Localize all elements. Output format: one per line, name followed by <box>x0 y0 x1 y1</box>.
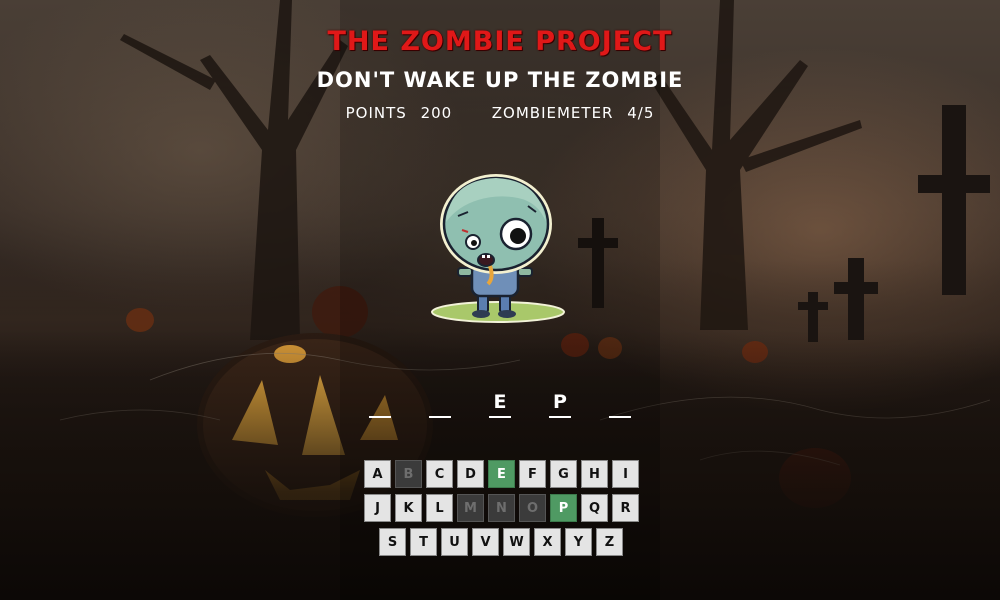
key-u[interactable]: U <box>441 528 468 556</box>
letter-slot <box>369 388 391 418</box>
key-r[interactable]: R <box>612 494 639 522</box>
key-t[interactable]: T <box>410 528 437 556</box>
key-m[interactable]: M <box>457 494 484 522</box>
key-a[interactable]: A <box>364 460 391 488</box>
word-slots: E P <box>0 388 1000 420</box>
key-s[interactable]: S <box>379 528 406 556</box>
key-o[interactable]: O <box>519 494 546 522</box>
key-w[interactable]: W <box>503 528 530 556</box>
key-k[interactable]: K <box>395 494 422 522</box>
key-c[interactable]: C <box>426 460 453 488</box>
key-b[interactable]: B <box>395 460 422 488</box>
letter-slot <box>429 388 451 418</box>
key-d[interactable]: D <box>457 460 484 488</box>
letter-slot: E <box>489 388 511 418</box>
key-y[interactable]: Y <box>565 528 592 556</box>
zombie-character <box>431 174 565 323</box>
key-l[interactable]: L <box>426 494 453 522</box>
points-value: 200 <box>420 104 453 122</box>
key-q[interactable]: Q <box>581 494 608 522</box>
game-subtitle: DON'T WAKE UP THE ZOMBIE <box>316 68 684 92</box>
key-e[interactable]: E <box>488 460 515 488</box>
letter-slot <box>609 388 631 418</box>
key-x[interactable]: X <box>534 528 561 556</box>
zombiemeter-value: 4/5 <box>627 104 655 122</box>
key-z[interactable]: Z <box>596 528 623 556</box>
key-h[interactable]: H <box>581 460 608 488</box>
points-label: POINTS <box>345 104 407 122</box>
key-v[interactable]: V <box>472 528 499 556</box>
key-j[interactable]: J <box>364 494 391 522</box>
game-title: THE ZOMBIE PROJECT <box>327 26 673 57</box>
key-f[interactable]: F <box>519 460 546 488</box>
stats-bar: POINTS 200 ZOMBIEMETER 4/5 <box>0 104 1000 122</box>
key-g[interactable]: G <box>550 460 577 488</box>
letter-slot: P <box>549 388 571 418</box>
key-i[interactable]: I <box>612 460 639 488</box>
key-n[interactable]: N <box>488 494 515 522</box>
key-p[interactable]: P <box>550 494 577 522</box>
zombiemeter-label: ZOMBIEMETER <box>491 104 614 122</box>
